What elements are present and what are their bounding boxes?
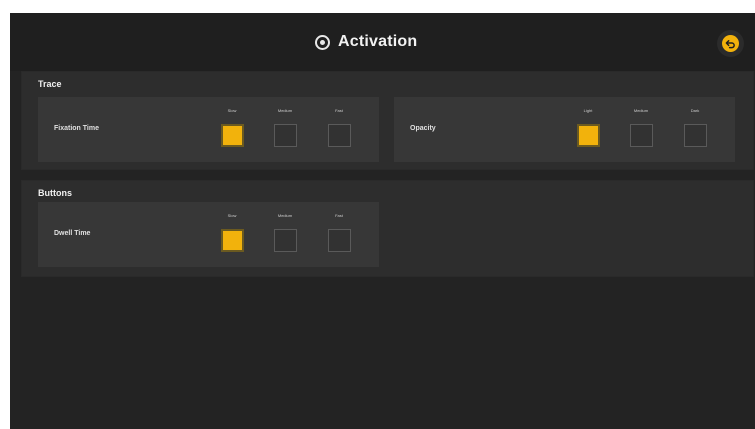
- fixation-option-medium[interactable]: Medium: [265, 103, 305, 155]
- section-title-buttons: Buttons: [38, 188, 72, 198]
- fixation-time-card: Fixation Time Slow Medium Fast: [38, 97, 379, 162]
- dwell-time-label: Dwell Time: [54, 230, 91, 237]
- option-label: Medium: [633, 108, 649, 113]
- option-checkbox[interactable]: [274, 124, 297, 147]
- option-label: Light: [583, 108, 593, 113]
- page-title-text: Activation: [338, 33, 418, 50]
- option-checkbox-selected[interactable]: [221, 124, 244, 147]
- trace-section: Trace Fixation Time Slow Medium Fast Opa…: [22, 72, 753, 169]
- option-label: Medium: [277, 213, 293, 218]
- buttons-section: Buttons Dwell Time Slow Medium Fast: [22, 181, 753, 276]
- option-label: Dark: [690, 108, 700, 113]
- option-checkbox[interactable]: [328, 229, 351, 252]
- dwell-option-slow[interactable]: Slow: [212, 208, 252, 260]
- option-checkbox-selected[interactable]: [221, 229, 244, 252]
- section-title-trace: Trace: [38, 79, 62, 89]
- header-bar: Activation: [10, 13, 755, 71]
- target-icon: [315, 34, 330, 50]
- option-label: Fast: [335, 213, 343, 218]
- fixation-time-label: Fixation Time: [54, 125, 99, 132]
- option-checkbox-selected[interactable]: [577, 124, 600, 147]
- opacity-card: Opacity Light Medium Dark: [394, 97, 735, 162]
- undo-icon: [722, 35, 739, 52]
- opacity-option-medium[interactable]: Medium: [621, 103, 661, 155]
- page-title: Activation: [315, 31, 417, 53]
- back-button[interactable]: [717, 30, 744, 57]
- fixation-option-fast[interactable]: Fast: [319, 103, 359, 155]
- dwell-option-medium[interactable]: Medium: [265, 208, 305, 260]
- dwell-time-card: Dwell Time Slow Medium Fast: [38, 202, 379, 267]
- option-label: Medium: [277, 108, 293, 113]
- opacity-label: Opacity: [410, 125, 436, 132]
- option-checkbox[interactable]: [274, 229, 297, 252]
- dwell-option-fast[interactable]: Fast: [319, 208, 359, 260]
- opacity-option-dark[interactable]: Dark: [675, 103, 715, 155]
- option-checkbox[interactable]: [328, 124, 351, 147]
- fixation-option-slow[interactable]: Slow: [212, 103, 252, 155]
- option-checkbox[interactable]: [630, 124, 653, 147]
- option-label: Fast: [335, 108, 343, 113]
- opacity-option-light[interactable]: Light: [568, 103, 608, 155]
- option-label: Slow: [227, 213, 237, 218]
- option-checkbox[interactable]: [684, 124, 707, 147]
- option-label: Slow: [227, 108, 237, 113]
- activation-screen: Activation Trace Fixation Time Slow Medi…: [10, 13, 755, 429]
